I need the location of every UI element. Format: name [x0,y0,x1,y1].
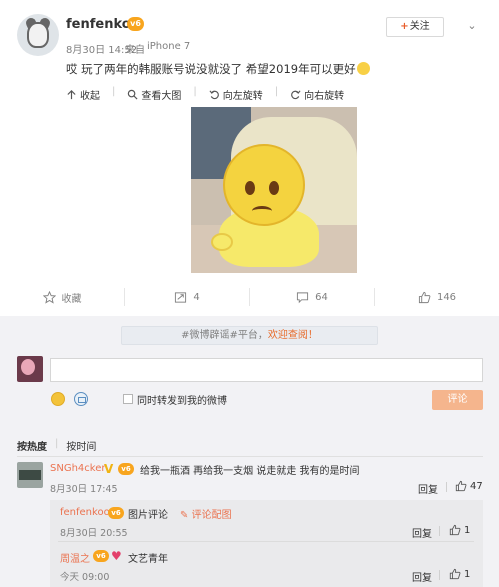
follow-label: 关注 [409,21,430,32]
post-device[interactable]: iPhone 7 [147,41,190,52]
thumbs-up-icon [449,524,461,536]
arrow-up-icon [67,89,76,99]
repost-checkbox-label: 同时转发到我的微博 [137,396,227,407]
image-link-icon: ✎ [180,510,189,521]
sad-emoji-icon [356,62,370,75]
repost-button[interactable]: 4 [125,288,250,306]
chevron-down-icon[interactable]: ⌄ [465,19,479,33]
view-comment-image-link[interactable]: ✎ 评论配图 [180,506,232,521]
reply-like-button[interactable]: 1 [449,524,470,536]
reply-like-count: 1 [464,524,471,536]
reply-like-button[interactable]: 1 [449,568,470,580]
reply-button[interactable]: 回复 [412,569,432,584]
verified-v-icon[interactable]: V [104,463,116,475]
reply-button[interactable]: 回复 [418,481,438,496]
action-divider [446,482,447,492]
repost-checkbox[interactable] [123,394,133,404]
comment-time: 8月30日 17:45 [50,484,118,495]
topic-hashtag: #微博辟谣#平台， [181,330,268,341]
vip-badge-icon[interactable]: v6 [93,550,109,562]
reply-text: 文艺青年 [128,554,168,565]
repost-count: 4 [193,291,200,303]
avatar-face [21,359,35,375]
reply-time: 8月30日 20:55 [60,528,128,539]
post-action-bar: 收藏 4 64 146 [0,285,499,309]
topic-banner[interactable]: #微博辟谣#平台，欢迎查阅！ [121,326,378,345]
like-count: 146 [436,291,457,303]
rotate-right-label: 向右旋转 [304,90,345,102]
collapse-image-button[interactable]: 收起 [66,86,100,102]
magnifier-icon [128,89,138,100]
topic-banner-text: 欢迎查阅！ [267,330,318,341]
reply-divider [58,541,474,542]
comment-like-count: 47 [470,480,483,492]
rotate-right-button[interactable]: 向右旋转 [290,86,344,102]
toolbar-divider: | [193,86,197,97]
post-text: 哎 玩了两年的韩服账号说没就没了 希望2019年可以更好 [66,61,370,77]
comment-icon [297,291,309,303]
reply-text: 图片评论 [128,510,168,521]
comment-count: 64 [315,291,328,303]
comment-input[interactable] [50,358,483,382]
reply-username[interactable]: fenfenkoo [60,507,110,518]
tab-sort-by-time[interactable]: 按时间 [66,438,96,453]
emoji-icon[interactable] [51,392,65,406]
post-text-content: 哎 玩了两年的韩服账号说没就没了 希望2019年可以更好 [66,62,356,76]
heart-icon[interactable]: ♥ [111,550,123,562]
reply-like-count: 1 [464,568,471,580]
sort-divider [17,456,483,457]
author-avatar[interactable] [17,14,59,56]
thumbs-up-icon [455,480,467,492]
commenter-username[interactable]: SNGh4cker [50,463,105,474]
rotate-left-label: 向左旋转 [222,90,263,102]
avatar-face [27,22,49,48]
collapse-image-label: 收起 [80,90,100,102]
commenter-avatar[interactable] [17,462,43,488]
post-image[interactable] [191,107,357,273]
action-divider [439,570,440,580]
vip-badge-icon[interactable]: v6 [108,507,124,519]
thumbs-up-icon [449,568,461,580]
current-user-avatar[interactable] [17,356,43,382]
post-source-label: 来自 [125,45,145,56]
comment-text: 给我一瓶酒 再给我一支烟 说走就走 我有的是时间 [140,466,360,477]
repost-icon [175,291,187,303]
rotate-left-icon [209,89,219,99]
view-large-image-label: 查看大图 [141,90,182,102]
plus-icon: + [400,21,409,32]
favorite-button[interactable]: 收藏 [0,288,125,306]
comment-sort-tabs: 按热度 | 按时间 [17,438,96,453]
comment-button[interactable]: 64 [250,288,375,306]
reply-button[interactable]: 回复 [412,525,432,540]
weibo-post-header: fenfenkoo v6 8月30日 14:52 来自 iPhone 7 +关注… [0,0,499,90]
tab-sort-by-hot[interactable]: 按热度 [17,438,47,453]
submit-comment-button[interactable]: 评论 [432,390,483,410]
follow-button[interactable]: +关注 [386,17,444,37]
favorite-label: 收藏 [61,293,82,305]
image-character-mouth [252,206,272,216]
rotate-right-icon [291,89,301,99]
view-large-image-button[interactable]: 查看大图 [127,86,181,102]
comment-like-button[interactable]: 47 [455,480,483,492]
toolbar-divider: | [112,86,116,97]
rotate-left-button[interactable]: 向左旋转 [209,86,263,102]
like-button[interactable]: 146 [375,288,499,306]
reply-time: 今天 09:00 [60,572,110,583]
tab-divider: | [55,438,59,449]
image-toolbar: 收起 | 查看大图 | 向左旋转 | 向右旋转 [66,86,344,102]
image-character-eye [269,181,279,195]
star-icon [42,290,56,304]
vip-badge-icon[interactable]: v6 [118,463,134,475]
view-comment-image-label: 评论配图 [191,510,232,521]
image-character-hand [211,233,233,251]
toolbar-divider: | [274,86,279,97]
vip-badge-icon[interactable]: v6 [127,17,144,31]
image-character-eye [245,181,255,195]
image-upload-icon[interactable] [74,392,88,406]
reply-username[interactable]: 周温之 [60,550,90,565]
thumbs-up-icon [418,291,431,303]
action-divider [439,526,440,536]
avatar-face [19,470,41,480]
